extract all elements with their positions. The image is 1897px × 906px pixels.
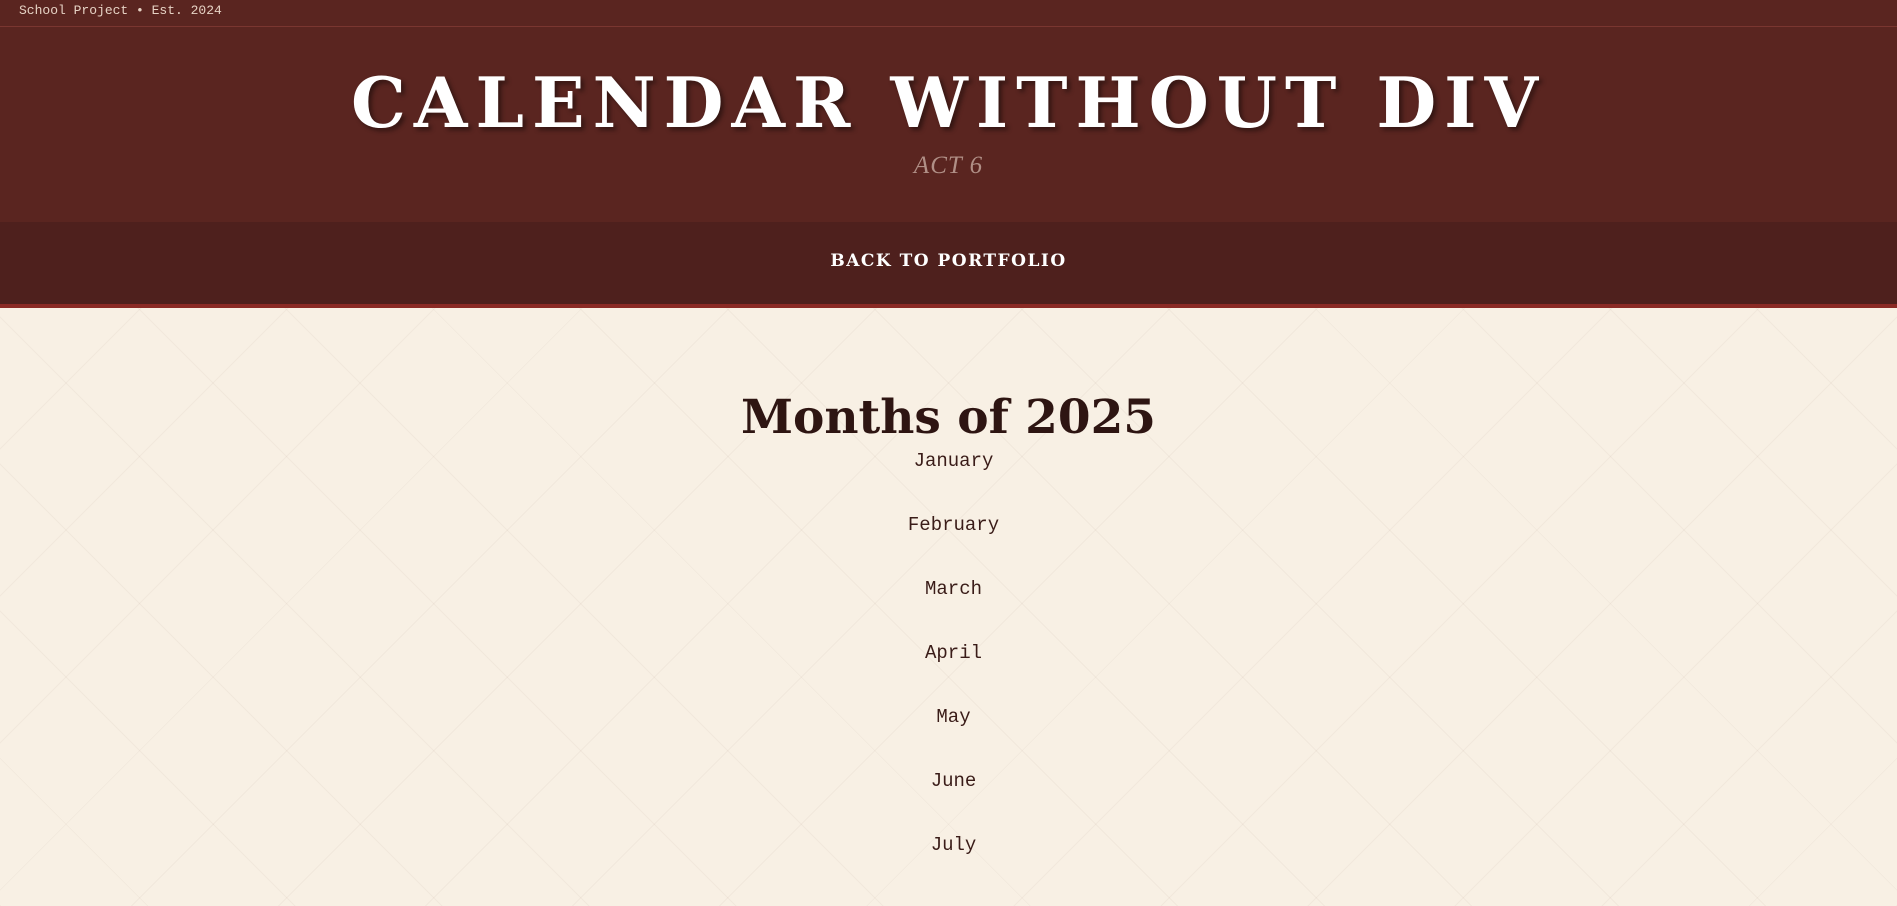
- nav-bar: BACK TO PORTFOLIO: [0, 222, 1897, 308]
- hero-banner: CALENDAR WITHOUT DIV ACT 6: [0, 27, 1897, 222]
- top-bar-text: School Project • Est. 2024: [19, 3, 222, 18]
- month-item-june: June: [930, 770, 977, 792]
- main-content: Months of 2025 January February March Ap…: [0, 308, 1897, 897]
- page-title: CALENDAR WITHOUT DIV: [351, 63, 1546, 144]
- month-item-march: March: [924, 578, 982, 600]
- site-header: School Project • Est. 2024 CALENDAR WITH…: [0, 0, 1897, 308]
- month-item-may: May: [936, 706, 971, 728]
- page-subtitle: ACT 6: [913, 151, 984, 179]
- month-item-february: February: [907, 514, 1000, 536]
- months-heading: Months of 2025: [741, 390, 1156, 445]
- month-item-april: April: [924, 642, 982, 664]
- months-list: January February March April May June Ju…: [0, 449, 1897, 897]
- month-item-july: July: [930, 834, 977, 856]
- top-bar: School Project • Est. 2024: [0, 0, 1897, 27]
- month-item-january: January: [913, 450, 994, 472]
- back-to-portfolio-link[interactable]: BACK TO PORTFOLIO: [830, 251, 1066, 271]
